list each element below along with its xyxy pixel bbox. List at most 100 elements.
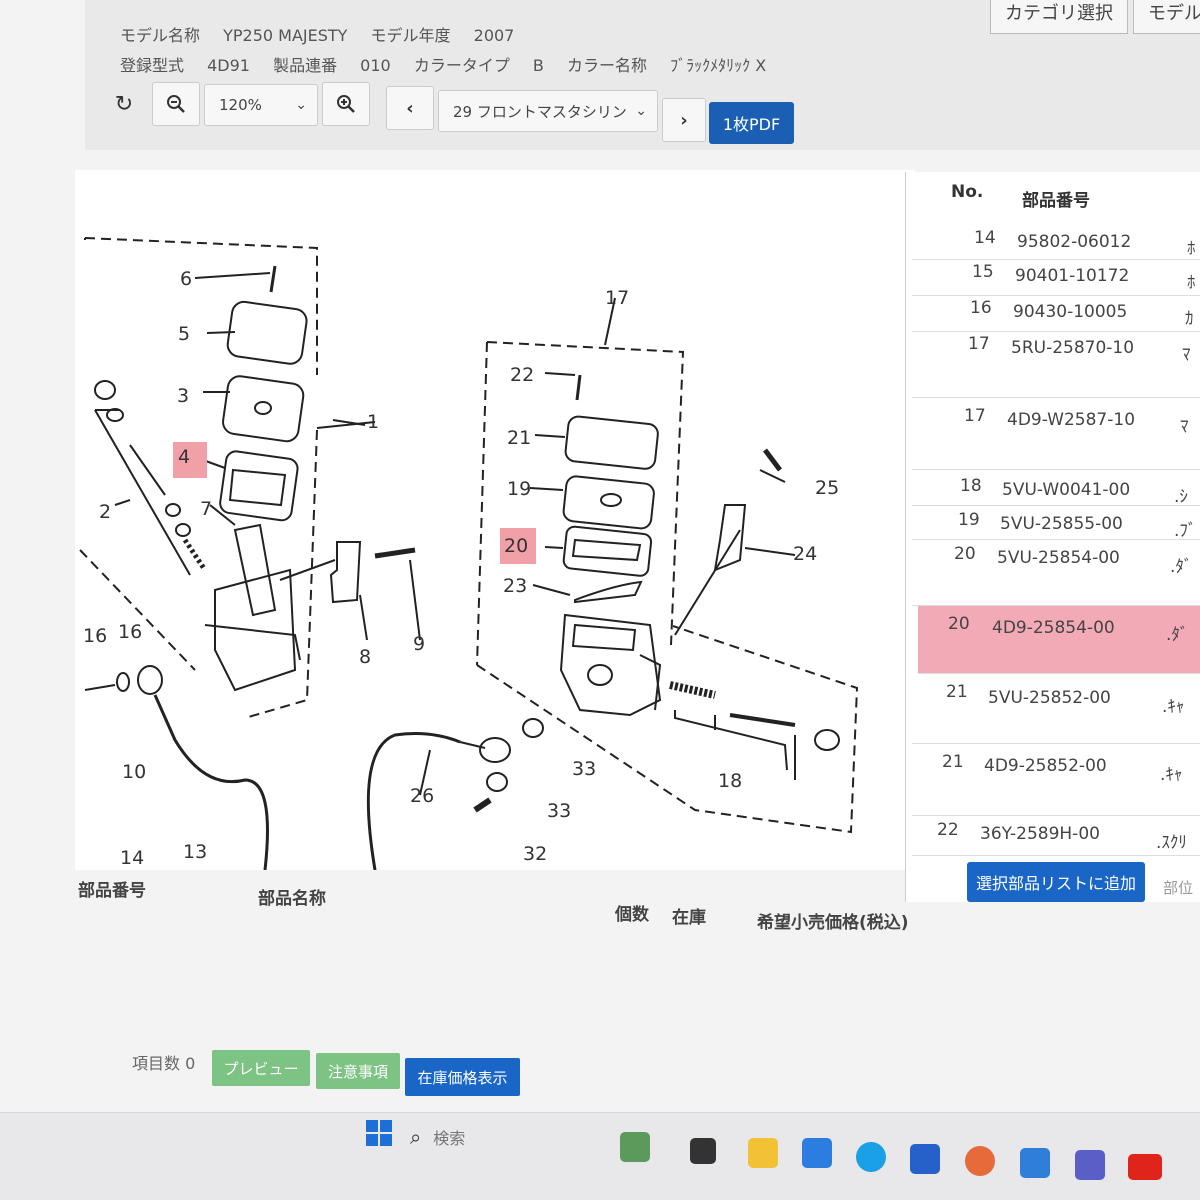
task-view-icon[interactable] <box>690 1138 716 1164</box>
next-figure-button[interactable]: › <box>662 98 706 142</box>
svg-text:22: 22 <box>510 364 534 386</box>
svg-text:13: 13 <box>183 841 207 863</box>
row-no: 21 <box>946 682 968 702</box>
teams-icon[interactable] <box>1075 1150 1105 1180</box>
add-to-selected-list-button[interactable]: 選択部品リストに追加 <box>967 862 1145 902</box>
exploded-view-drawing: 6 5 3 4 2 7 1 16 16 8 9 10 14 13 17 22 2… <box>79 237 859 870</box>
row-no: 21 <box>942 752 964 772</box>
table-row[interactable]: 21 4D9-25852-00 .ｷｬ <box>912 744 1200 816</box>
svg-text:5: 5 <box>178 323 190 345</box>
svg-text:33: 33 <box>547 800 571 822</box>
table-row[interactable]: 16 90430-10005 ｶ <box>912 296 1200 332</box>
svg-text:3: 3 <box>177 385 189 407</box>
svg-text:10: 10 <box>122 761 146 783</box>
search-placeholder: 検索 <box>433 1129 466 1148</box>
row-no: 20 <box>948 614 970 634</box>
row-part-name: .ｼ <box>1174 487 1188 507</box>
row-no: 22 <box>937 820 959 840</box>
svg-text:18: 18 <box>718 770 742 792</box>
column-header-no: No. <box>951 182 984 202</box>
preview-button[interactable]: プレビュー <box>212 1050 310 1086</box>
svg-text:9: 9 <box>413 633 425 655</box>
callout-labels: 6 5 3 4 2 7 1 16 16 8 9 10 14 13 17 22 2… <box>83 268 839 869</box>
single-pdf-button[interactable]: 1枚PDF <box>709 102 794 144</box>
svg-text:1: 1 <box>367 411 379 433</box>
selected-header-stock: 在庫 <box>672 908 706 928</box>
row-part-name: ｶ <box>1185 309 1194 329</box>
chevron-down-icon: ⌄ <box>295 97 307 113</box>
row-part-number: 90401-10172 <box>1015 266 1130 286</box>
row-part-name: .ｷｬ <box>1160 765 1183 785</box>
table-row[interactable]: 17 4D9-W2587-10 ﾏ <box>912 398 1200 470</box>
widgets-icon[interactable] <box>620 1132 650 1162</box>
zoom-out-button[interactable] <box>152 82 200 126</box>
svg-text:16: 16 <box>118 621 142 643</box>
search-icon: ⌕ <box>410 1125 422 1149</box>
figure-select[interactable]: 29 フロントマスタシリン ⌄ <box>438 90 658 132</box>
color-name-value: ﾌﾞﾗｯｸﾒﾀﾘｯｸ X <box>670 56 767 75</box>
refresh-button[interactable]: ↻ <box>102 82 146 126</box>
selected-header-part-number: 部品番号 <box>78 881 146 901</box>
row-part-name: .ﾌﾞ <box>1174 521 1197 541</box>
table-row[interactable]: 17 5RU-25870-10 ﾏ <box>912 332 1200 398</box>
zoom-in-button[interactable] <box>322 82 370 126</box>
row-part-number: 90430-10005 <box>1013 302 1128 322</box>
table-row[interactable]: 20 5VU-25854-00 .ﾀﾞ <box>912 540 1200 606</box>
svg-text:4: 4 <box>178 446 190 468</box>
table-row[interactable]: 14 95802-06012 ﾎ <box>912 222 1200 260</box>
row-part-name: .ｽｸﾘ <box>1156 833 1187 853</box>
svg-text:21: 21 <box>507 427 531 449</box>
svg-text:20: 20 <box>504 535 528 557</box>
table-row-selected[interactable]: 20 4D9-25854-00 .ﾀﾞ <box>918 606 1200 674</box>
model-year-label: モデル年度 <box>370 26 451 45</box>
row-part-number: 5VU-25852-00 <box>988 688 1111 708</box>
taskbar-search-box[interactable]: ⌕ 検索 <box>410 1120 610 1154</box>
svg-text:7: 7 <box>200 498 212 520</box>
color-type-label: カラータイプ <box>413 56 510 75</box>
tab-category-select[interactable]: カテゴリ選択 <box>990 0 1128 34</box>
reg-type-label: 登録型式 <box>120 56 185 75</box>
row-no: 20 <box>954 544 976 564</box>
file-explorer-icon[interactable] <box>748 1138 778 1168</box>
row-part-name: ﾎ <box>1187 273 1196 293</box>
zoom-value: 120% <box>219 96 262 114</box>
table-row[interactable]: 15 90401-10172 ﾎ <box>912 260 1200 296</box>
svg-text:14: 14 <box>120 847 144 869</box>
model-info-line-1: モデル名称 YP250 MAJESTY モデル年度 2007 <box>120 22 532 46</box>
row-no: 17 <box>968 334 990 354</box>
model-year-value: 2007 <box>473 26 515 45</box>
row-part-number: 95802-06012 <box>1017 232 1132 252</box>
row-no: 19 <box>958 510 980 530</box>
row-part-number: 4D9-25854-00 <box>992 618 1115 638</box>
selected-header-price: 希望小売価格(税込) <box>757 913 909 933</box>
table-row[interactable]: 22 36Y-2589H-00 .ｽｸﾘ <box>912 816 1200 856</box>
photos-icon[interactable] <box>802 1138 832 1168</box>
row-part-number: 36Y-2589H-00 <box>980 824 1100 844</box>
color-type-value: B <box>532 56 544 75</box>
chevron-down-icon: ⌄ <box>635 103 647 119</box>
svg-text:6: 6 <box>180 268 192 290</box>
store-icon[interactable] <box>910 1144 940 1174</box>
stock-price-button[interactable]: 在庫価格表示 <box>405 1058 520 1096</box>
svg-text:17: 17 <box>605 287 629 309</box>
table-row[interactable]: 19 5VU-25855-00 .ﾌﾞ <box>912 506 1200 541</box>
figure-select-value: 29 フロントマスタシリン <box>453 102 627 121</box>
edge-browser-icon[interactable] <box>856 1142 886 1172</box>
model-info-line-2: 登録型式 4D91 製品連番 010 カラータイプ B カラー名称 ﾌﾞﾗｯｸﾒ… <box>120 52 784 76</box>
svg-text:19: 19 <box>507 478 531 500</box>
chevron-right-icon: › <box>680 109 688 131</box>
tab-model[interactable]: モデル <box>1133 0 1200 34</box>
svg-text:32: 32 <box>523 843 547 865</box>
zoom-in-icon <box>337 95 355 113</box>
row-part-number: 4D9-25852-00 <box>984 756 1107 776</box>
youtube-icon[interactable] <box>1128 1154 1162 1180</box>
table-row[interactable]: 21 5VU-25852-00 .ｷｬ <box>912 674 1200 744</box>
chrome-icon[interactable] <box>965 1146 995 1176</box>
mail-icon[interactable] <box>1020 1148 1050 1178</box>
zoom-select[interactable]: 120% ⌄ <box>204 84 318 126</box>
windows-start-icon[interactable] <box>364 1118 394 1148</box>
table-row[interactable]: 18 5VU-W0041-00 .ｼ <box>912 470 1200 507</box>
prev-figure-button[interactable]: ‹ <box>386 86 434 130</box>
notes-button[interactable]: 注意事項 <box>316 1053 400 1089</box>
color-name-label: カラー名称 <box>567 56 648 75</box>
